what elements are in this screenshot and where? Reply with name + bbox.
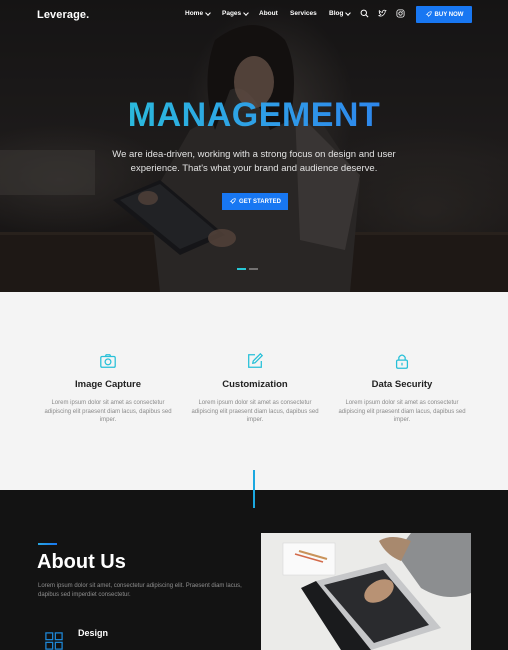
about-item-title: Design — [78, 628, 109, 638]
feature-title: Image Capture — [75, 379, 141, 390]
chevron-down-icon — [345, 9, 352, 16]
nav-item-label: Blog — [329, 10, 344, 17]
chevron-down-icon — [243, 9, 249, 16]
about-text: Lorem ipsum dolor sit amet, consectetur … — [38, 583, 242, 598]
feature-description: Lorem ipsum dolor sit amet as consectetu… — [191, 400, 319, 423]
edit-icon — [248, 352, 264, 368]
nav-item-label: Home — [185, 10, 204, 17]
camera-icon — [100, 354, 116, 368]
hero-overlay — [0, 0, 508, 292]
rocket-icon — [229, 198, 236, 205]
about-section: About Us Lorem ipsum dolor sit amet, con… — [0, 490, 508, 650]
about-image — [261, 533, 471, 650]
nav-item-label: About — [259, 10, 278, 17]
nav-item-about[interactable]: About — [259, 10, 278, 17]
about-title: About Us — [37, 551, 126, 573]
instagram-icon[interactable] — [396, 9, 405, 18]
chevron-down-icon — [205, 9, 211, 16]
get-started-button[interactable]: GET STARTED — [222, 193, 288, 210]
rocket-icon — [425, 11, 432, 18]
feature-title: Data Security — [371, 379, 433, 390]
feature-description: Lorem ipsum dolor sit amet as consectetu… — [338, 400, 466, 423]
nav-item-blog[interactable]: Blog — [329, 9, 352, 17]
buy-now-button[interactable]: BUY NOW — [416, 6, 472, 23]
buy-now-label: BUY NOW — [434, 11, 464, 18]
nav-item-label: Services — [290, 10, 317, 17]
feature-title: Customization — [222, 379, 288, 390]
title-accent-bar — [38, 543, 57, 545]
slider-dot-1[interactable] — [237, 268, 246, 270]
get-started-label: GET STARTED — [239, 198, 281, 205]
hero-section: Leverage. Home Pages About Services Blog — [0, 0, 508, 292]
hero-subtitle: We are idea-driven, working with a stron… — [112, 149, 396, 174]
slider-dots — [237, 268, 258, 270]
feature-data-security: Data Security Lorem ipsum dolor sit amet… — [337, 352, 467, 425]
slider-dot-2[interactable] — [249, 268, 258, 270]
main-nav: Leverage. Home Pages About Services Blog — [0, 0, 508, 30]
twitter-icon[interactable] — [378, 9, 387, 18]
feature-description: Lorem ipsum dolor sit amet as consectetu… — [44, 400, 172, 423]
site-logo[interactable]: Leverage. — [37, 9, 89, 21]
lock-icon — [395, 354, 409, 369]
search-icon[interactable] — [360, 9, 369, 18]
grid-icon — [45, 632, 63, 650]
nav-item-pages[interactable]: Pages — [222, 9, 249, 17]
hero-title: MANAGEMENT — [0, 96, 508, 135]
nav-item-label: Pages — [222, 10, 242, 17]
feature-image-capture: Image Capture Lorem ipsum dolor sit amet… — [43, 352, 173, 425]
section-divider-line — [253, 470, 255, 508]
feature-customization: Customization Lorem ipsum dolor sit amet… — [190, 352, 320, 425]
features-section: Image Capture Lorem ipsum dolor sit amet… — [0, 292, 508, 490]
nav-item-home[interactable]: Home — [185, 9, 211, 17]
nav-item-services[interactable]: Services — [290, 10, 317, 17]
